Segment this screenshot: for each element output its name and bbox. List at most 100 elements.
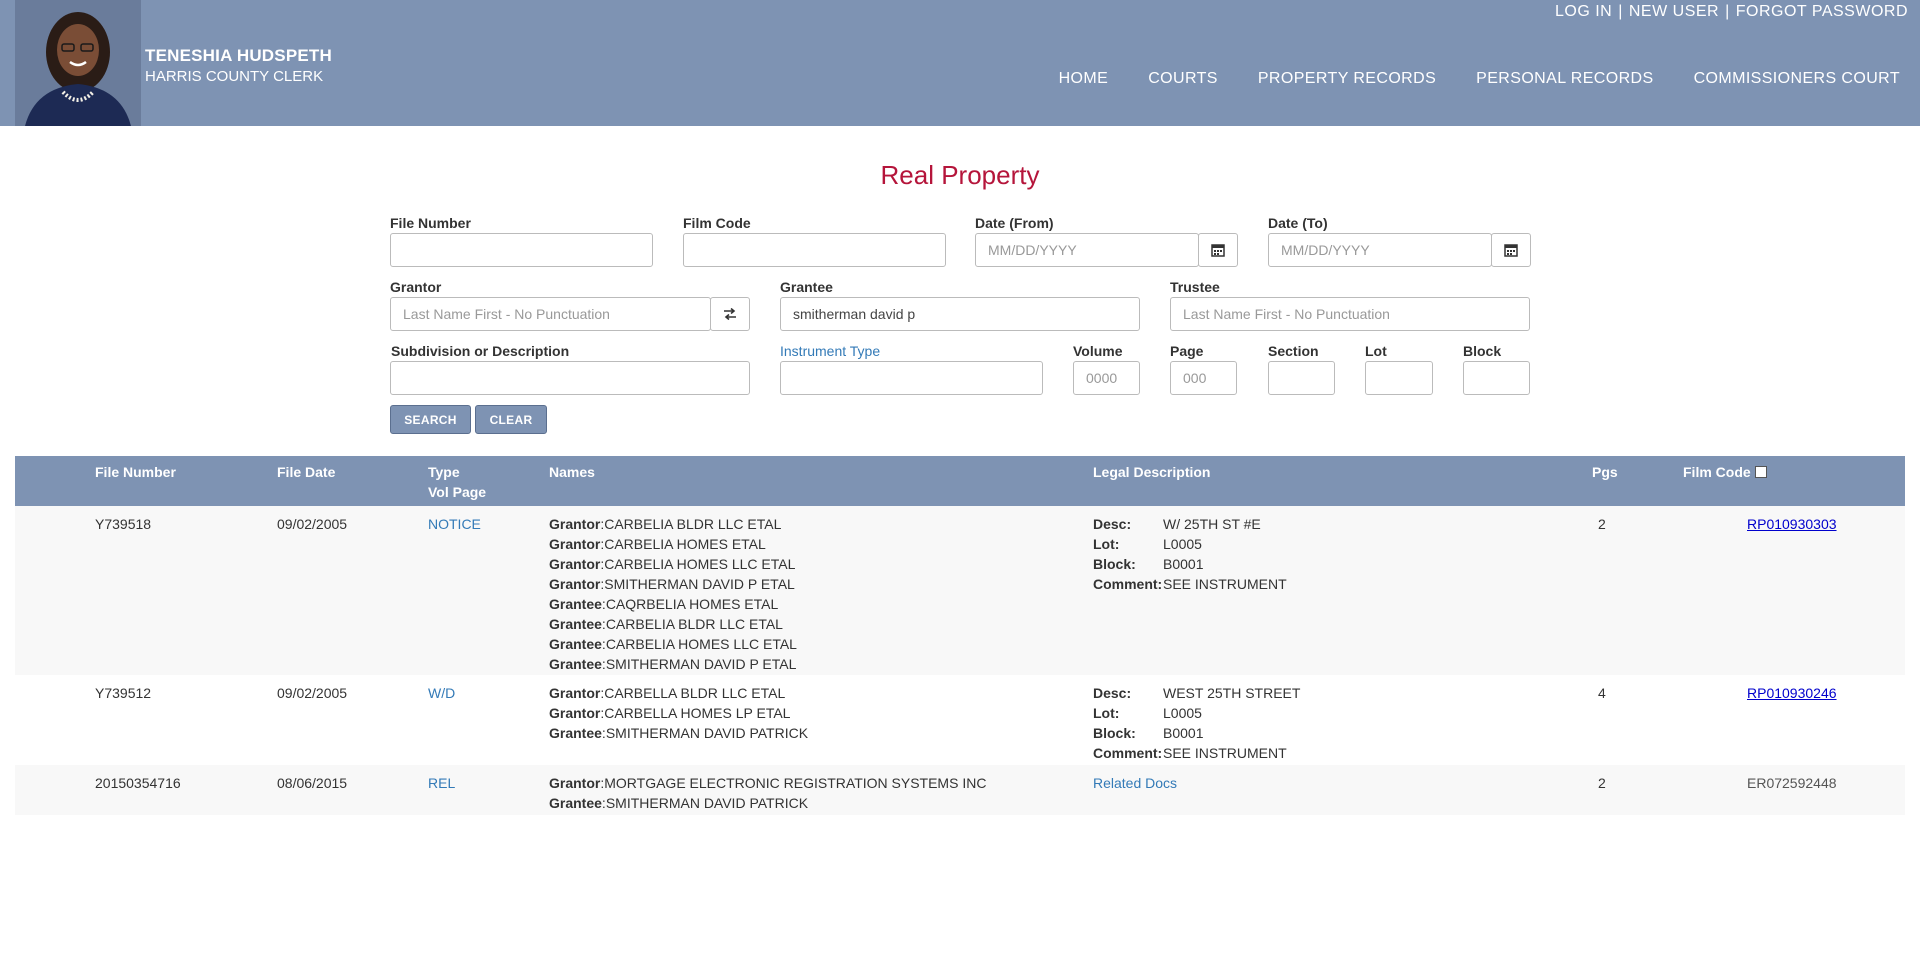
- lot-input[interactable]: [1365, 361, 1433, 395]
- login-link[interactable]: LOG IN: [1555, 3, 1612, 20]
- table-row: Y739518 09/02/2005 NOTICE Grantor:CARBEL…: [15, 506, 1905, 675]
- instrument-type-link[interactable]: NOTICE: [428, 514, 481, 534]
- new-user-link[interactable]: NEW USER: [1629, 3, 1719, 20]
- file-date: 09/02/2005: [277, 685, 348, 701]
- file-date: 09/02/2005: [277, 516, 348, 532]
- date-to-calendar-button[interactable]: [1491, 233, 1531, 267]
- names-list: Grantor:CARBELLA BLDR LLC ETAL Grantor:C…: [549, 683, 808, 743]
- page-count: 2: [1598, 775, 1606, 791]
- film-code: ER072592448: [1747, 775, 1837, 791]
- instrument-type-link[interactable]: Instrument Type: [780, 343, 880, 359]
- col-film-code-label: Film Code: [1683, 464, 1751, 480]
- col-film-code: Film Code: [1683, 462, 1767, 482]
- page-count: 4: [1598, 685, 1606, 701]
- results-table-header: File Number File Date Type Vol Page Name…: [15, 456, 1905, 506]
- office-name: HARRIS COUNTY CLERK: [145, 68, 324, 85]
- date-from-label: Date (From): [975, 215, 1054, 231]
- section-label: Section: [1268, 343, 1319, 359]
- name-entry: Grantee:SMITHERMAN DAVID P ETAL: [549, 656, 797, 672]
- name-entry: Grantor:CARBELIA HOMES LLC ETAL: [549, 556, 796, 572]
- legal-description: Desc: WEST 25TH STREET Lot: L0005 Block: B0…: [1093, 685, 1301, 761]
- account-links: LOG IN | NEW USER | FORGOT PASSWORD: [1555, 3, 1908, 21]
- instrument-type-link[interactable]: W/D: [428, 683, 455, 703]
- col-legal-description: Legal Description: [1093, 464, 1211, 480]
- lot-label: Lot: [1365, 343, 1387, 359]
- names-list: Grantor:MORTGAGE ELECTRONIC REGISTRATION…: [549, 773, 986, 813]
- section-input[interactable]: [1268, 361, 1335, 395]
- name-entry: Grantor:CARBELLA HOMES LP ETAL: [549, 705, 791, 721]
- file-number: Y739512: [95, 685, 152, 701]
- separator: |: [1618, 3, 1623, 20]
- grantor-label: Grantor: [390, 279, 442, 295]
- calendar-icon: [1211, 244, 1225, 257]
- search-button[interactable]: SEARCH: [390, 405, 471, 434]
- col-type-label: Type: [428, 464, 460, 480]
- col-file-date: File Date: [277, 464, 336, 480]
- separator: |: [1725, 3, 1730, 20]
- date-to-input[interactable]: [1268, 233, 1492, 267]
- name-entry: Grantor:CARBELIA HOMES ETAL: [549, 536, 766, 552]
- grantee-input[interactable]: [780, 297, 1140, 331]
- forgot-password-link[interactable]: FORGOT PASSWORD: [1736, 3, 1908, 20]
- name-entry: Grantee:CARBELIA HOMES LLC ETAL: [549, 636, 797, 652]
- subdivision-label: Subdivision or Description: [391, 343, 570, 359]
- volume-input[interactable]: [1073, 361, 1140, 395]
- date-from-calendar-button[interactable]: [1198, 233, 1238, 267]
- film-code-label: Film Code: [683, 215, 751, 231]
- trustee-input[interactable]: [1170, 297, 1530, 331]
- page-title: Real Property: [880, 160, 1040, 190]
- col-pgs: Pgs: [1592, 464, 1618, 480]
- grantor-input[interactable]: [390, 297, 711, 331]
- instrument-type-input[interactable]: [780, 361, 1043, 395]
- site-header: TENESHIA HUDSPETH HARRIS COUNTY CLERK LO…: [0, 0, 1920, 126]
- film-code-link[interactable]: RP010930303: [1747, 514, 1837, 534]
- page-input[interactable]: [1170, 361, 1237, 395]
- trustee-label: Trustee: [1170, 279, 1220, 295]
- file-number: 20150354716: [95, 775, 181, 791]
- col-type: Type Vol Page: [428, 462, 486, 502]
- name-entry: Grantor:MORTGAGE ELECTRONIC REGISTRATION…: [549, 775, 987, 791]
- name-entry: Grantee:CAQRBELIA HOMES ETAL: [549, 596, 779, 612]
- film-code-input[interactable]: [683, 233, 946, 267]
- table-row: 20150354716 08/06/2015 REL Grantor:MORTG…: [15, 765, 1905, 815]
- nav-home[interactable]: HOME: [1059, 70, 1109, 88]
- name-entry: Grantor:SMITHERMAN DAVID P ETAL: [549, 576, 795, 592]
- film-code-checkbox[interactable]: [1754, 466, 1767, 478]
- film-code-link[interactable]: RP010930246: [1747, 683, 1837, 703]
- calendar-icon: [1504, 244, 1518, 257]
- nav-property-records[interactable]: PROPERTY RECORDS: [1258, 70, 1436, 88]
- name-entry: Grantor:CARBELIA BLDR LLC ETAL: [549, 516, 782, 532]
- swap-icon: [724, 308, 736, 320]
- col-vol-page-label: Vol Page: [428, 484, 487, 500]
- volume-label: Volume: [1073, 343, 1123, 359]
- swap-names-button[interactable]: [710, 297, 750, 331]
- instrument-type-link[interactable]: REL: [428, 773, 455, 793]
- date-from-input[interactable]: [975, 233, 1199, 267]
- col-file-number: File Number: [95, 464, 176, 480]
- block-label: Block: [1463, 343, 1502, 359]
- page-count: 2: [1598, 516, 1606, 532]
- clear-button[interactable]: CLEAR: [475, 405, 547, 434]
- legal-description: Desc: W/ 25TH ST #E Lot: L0005 Block: B0001…: [1093, 516, 1287, 592]
- block-input[interactable]: [1463, 361, 1530, 395]
- nav-courts[interactable]: COURTS: [1148, 70, 1218, 88]
- main-nav: HOME COURTS PROPERTY RECORDS PERSONAL RE…: [1019, 70, 1900, 88]
- file-number-label: File Number: [390, 215, 471, 231]
- nav-commissioners-court[interactable]: COMMISSIONERS COURT: [1694, 70, 1900, 88]
- date-to-label: Date (To): [1268, 215, 1328, 231]
- col-names: Names: [549, 464, 595, 480]
- name-entry: Grantee:CARBELIA BLDR LLC ETAL: [549, 616, 783, 632]
- names-list: Grantor:CARBELIA BLDR LLC ETAL Grantor:C…: [549, 514, 797, 674]
- name-entry: Grantee:SMITHERMAN DAVID PATRICK: [549, 795, 809, 811]
- clerk-portrait-image: [15, 0, 141, 126]
- file-number-input[interactable]: [390, 233, 653, 267]
- file-number: Y739518: [95, 516, 152, 532]
- page-label: Page: [1170, 343, 1204, 359]
- nav-personal-records[interactable]: PERSONAL RECORDS: [1476, 70, 1653, 88]
- official-name: TENESHIA HUDSPETH: [145, 46, 332, 65]
- file-date: 08/06/2015: [277, 775, 348, 791]
- grantee-label: Grantee: [780, 279, 833, 295]
- name-entry: Grantee:SMITHERMAN DAVID PATRICK: [549, 725, 809, 741]
- related-docs-link[interactable]: Related Docs: [1093, 773, 1177, 793]
- subdivision-input[interactable]: [390, 361, 750, 395]
